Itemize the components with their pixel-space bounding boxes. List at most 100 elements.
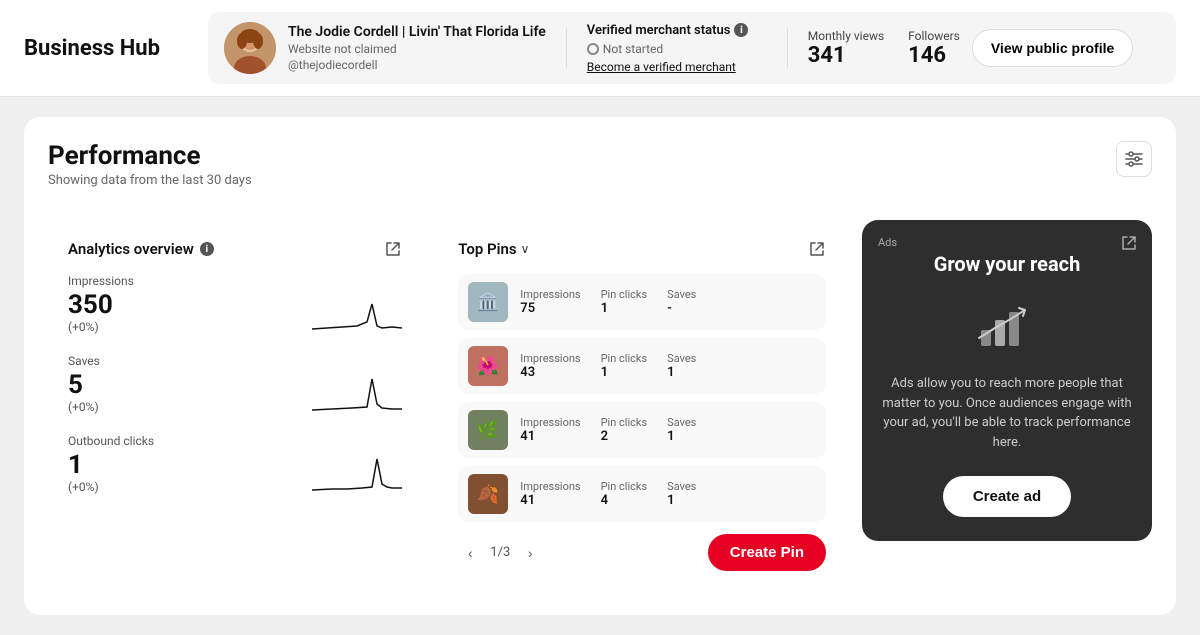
saves-value: 5 — [68, 370, 100, 400]
pin-stats-3: Impressions 41 Pin clicks 2 Saves 1 — [520, 416, 816, 444]
view-profile-button[interactable]: View public profile — [972, 29, 1133, 67]
pin-thumbnail-4: 🍂 — [468, 474, 508, 514]
svg-text:🍂: 🍂 — [477, 483, 499, 505]
pin-row: 🍂 Impressions 41 Pin clicks 4 Saves — [458, 466, 826, 522]
top-pins-external-link-icon[interactable] — [808, 240, 826, 258]
profile-card: The Jodie Cordell | Livin' That Florida … — [208, 12, 1176, 84]
analytics-card-header: Analytics overview i — [68, 240, 402, 258]
ads-card: Ads Grow your reach — [862, 220, 1152, 541]
impressions-value: 350 — [68, 290, 134, 320]
become-verified-link[interactable]: Become a verified merchant — [587, 60, 767, 74]
create-ad-button[interactable]: Create ad — [943, 476, 1071, 517]
svg-text:🌺: 🌺 — [477, 355, 499, 377]
outbound-clicks-label: Outbound clicks — [68, 434, 154, 448]
business-hub-title: Business Hub — [24, 36, 184, 61]
profile-handle: @thejodiecordell — [288, 58, 546, 72]
ads-external-link-icon[interactable] — [1120, 234, 1138, 252]
pagination-controls: ‹ 1/3 › — [458, 541, 542, 565]
pin-thumbnail-2: 🌺 — [468, 346, 508, 386]
pin-clicks-4: Pin clicks 4 — [601, 480, 648, 508]
top-pins-card: Top Pins ∨ 🏛️ Impressions 7 — [438, 220, 846, 591]
top-pins-title: Top Pins — [458, 240, 516, 258]
next-page-button[interactable]: › — [518, 541, 542, 565]
performance-title: Performance — [48, 141, 252, 171]
ads-body-text: Ads allow you to reach more people that … — [882, 374, 1132, 452]
pin-row: 🏛️ Impressions 75 Pin clicks 1 Saves — [458, 274, 826, 330]
pin-thumbnail-3: 🌿 — [468, 410, 508, 450]
svg-text:🌿: 🌿 — [477, 419, 499, 441]
chevron-down-icon: ∨ — [521, 242, 530, 256]
impressions-change: (+0%) — [68, 320, 134, 334]
filter-button[interactable] — [1116, 141, 1152, 177]
divider — [566, 28, 567, 68]
pin-stats-4: Impressions 41 Pin clicks 4 Saves 1 — [520, 480, 816, 508]
info-icon: i — [734, 23, 748, 37]
pin-clicks-3: Pin clicks 2 — [601, 416, 648, 444]
profile-website: Website not claimed — [288, 42, 546, 56]
followers-label: Followers — [908, 29, 960, 43]
monthly-views-label: Monthly views — [808, 29, 884, 43]
pin-clicks-2: Pin clicks 1 — [601, 352, 648, 380]
pin-thumbnail-1: 🏛️ — [468, 282, 508, 322]
pin-saves-1: Saves - — [667, 288, 696, 316]
divider2 — [787, 28, 788, 68]
impressions-sparkline — [312, 284, 402, 334]
outbound-clicks-metric: Outbound clicks 1 (+0%) — [68, 434, 402, 494]
analytics-card: Analytics overview i Impressions 350 (+0… — [48, 220, 422, 534]
followers-stat: Followers 146 — [908, 29, 960, 68]
pin-saves-4: Saves 1 — [667, 480, 696, 508]
analytics-external-link-icon[interactable] — [384, 240, 402, 258]
stats-section: Monthly views 341 Followers 146 — [808, 29, 960, 68]
analytics-title-row: Analytics overview i — [68, 240, 214, 258]
page-indicator: 1/3 — [490, 545, 510, 560]
main-content: Performance Showing data from the last 3… — [0, 97, 1200, 635]
outbound-clicks-value: 1 — [68, 450, 154, 480]
not-started-status: Not started — [587, 42, 767, 56]
outbound-clicks-sparkline — [312, 444, 402, 494]
verified-section: Verified merchant status i Not started B… — [587, 23, 767, 74]
followers-value: 146 — [908, 43, 946, 68]
verified-title: Verified merchant status i — [587, 23, 767, 38]
pin-stats-1: Impressions 75 Pin clicks 1 Saves - — [520, 288, 816, 316]
svg-text:🏛️: 🏛️ — [477, 291, 499, 313]
saves-label: Saves — [68, 354, 100, 368]
create-pin-button[interactable]: Create Pin — [708, 534, 826, 571]
prev-page-button[interactable]: ‹ — [458, 541, 482, 565]
impressions-label: Impressions — [68, 274, 134, 288]
chart-growth-icon — [977, 300, 1037, 354]
saves-change: (+0%) — [68, 400, 100, 414]
filter-icon — [1124, 149, 1144, 169]
pin-impressions-4: Impressions 41 — [520, 480, 580, 508]
pin-row: 🌿 Impressions 41 Pin clicks 2 Saves — [458, 402, 826, 458]
performance-section: Performance Showing data from the last 3… — [24, 117, 1176, 615]
top-pins-title-row[interactable]: Top Pins ∨ — [458, 240, 529, 258]
pin-saves-2: Saves 1 — [667, 352, 696, 380]
analytics-title: Analytics overview — [68, 240, 194, 258]
profile-info: The Jodie Cordell | Livin' That Florida … — [288, 24, 546, 72]
circle-icon — [587, 43, 599, 55]
pagination: ‹ 1/3 › Create Pin — [458, 534, 826, 571]
cards-row: Analytics overview i Impressions 350 (+0… — [48, 220, 1152, 591]
performance-header-row: Performance Showing data from the last 3… — [48, 141, 1152, 204]
pin-clicks-1: Pin clicks 1 — [601, 288, 648, 316]
saves-sparkline — [312, 364, 402, 414]
pin-stats-2: Impressions 43 Pin clicks 1 Saves 1 — [520, 352, 816, 380]
pin-impressions-3: Impressions 41 — [520, 416, 580, 444]
ads-title: Grow your reach — [934, 252, 1081, 276]
impressions-metric: Impressions 350 (+0%) — [68, 274, 402, 334]
analytics-info-icon: i — [200, 242, 214, 256]
outbound-clicks-change: (+0%) — [68, 480, 154, 494]
ads-badge: Ads — [878, 236, 897, 249]
avatar — [224, 22, 276, 74]
pin-impressions-1: Impressions 75 — [520, 288, 580, 316]
profile-name: The Jodie Cordell | Livin' That Florida … — [288, 24, 546, 40]
top-pins-header: Top Pins ∨ — [458, 240, 826, 258]
monthly-views-value: 341 — [808, 43, 846, 68]
pin-row: 🌺 Impressions 43 Pin clicks 1 Saves — [458, 338, 826, 394]
monthly-views-stat: Monthly views 341 — [808, 29, 884, 68]
header: Business Hub The Jodie Cordell | Livin' … — [0, 0, 1200, 97]
performance-subtitle: Showing data from the last 30 days — [48, 173, 252, 188]
saves-metric: Saves 5 (+0%) — [68, 354, 402, 414]
pin-impressions-2: Impressions 43 — [520, 352, 580, 380]
performance-header: Performance Showing data from the last 3… — [48, 141, 252, 188]
